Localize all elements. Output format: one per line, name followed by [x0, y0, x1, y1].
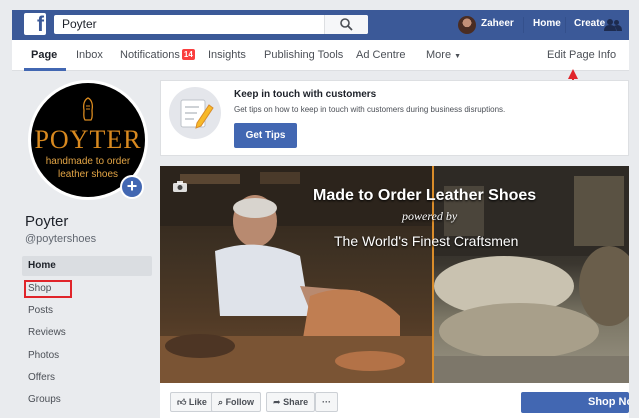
more-options-button[interactable]: ··· — [315, 392, 338, 412]
edit-page-info-link[interactable]: Edit Page Info — [547, 49, 616, 61]
tab-notifications-label: Notifications — [120, 49, 180, 61]
logo-tagline-line-2: leather shoes — [57, 169, 119, 180]
card-title: Keep in touch with customers — [234, 89, 377, 100]
notepad-icon — [180, 99, 214, 129]
nav-separator — [523, 17, 524, 33]
logo-wordmark: POYTER — [34, 125, 142, 154]
facebook-logo[interactable]: f — [24, 13, 46, 36]
update-profile-picture-button[interactable]: + — [120, 175, 144, 199]
sidebar-item-home[interactable]: Home — [22, 256, 152, 276]
create-link[interactable]: Create — [574, 18, 605, 29]
like-button[interactable]: 👍︎ Like — [170, 392, 214, 412]
tab-more-label: More — [426, 49, 452, 61]
share-button[interactable]: ➦ Share — [266, 392, 316, 412]
sidebar-item-posts[interactable]: Posts — [22, 301, 152, 321]
search-value: Poyter — [62, 17, 97, 31]
tab-more[interactable]: More ▼ — [426, 49, 461, 61]
nav-separator — [565, 17, 566, 33]
friends-icon — [604, 19, 622, 31]
notifications-count-badge: 14 — [181, 49, 195, 60]
friend-requests-button[interactable] — [604, 18, 622, 37]
sidebar-item-photos[interactable]: Photos — [22, 346, 152, 366]
like-label: Like — [188, 397, 207, 407]
sidebar-item-groups[interactable]: Groups — [22, 390, 152, 410]
follow-label: Follow — [225, 397, 255, 407]
tab-page[interactable]: Page — [31, 49, 57, 61]
plus-icon: + — [122, 177, 142, 197]
card-description: Get tips on how to keep in touch with cu… — [234, 105, 506, 114]
page-navigation-bar: Page Inbox Notifications 14 Insights Publ… — [12, 40, 629, 71]
checklist-pencil-icon — [169, 87, 221, 139]
sidebar-item-reviews[interactable]: Reviews — [22, 323, 152, 343]
search-button[interactable] — [324, 15, 368, 34]
shop-now-button[interactable]: Shop Now — [521, 392, 629, 413]
annotation-highlight-box — [24, 280, 72, 298]
user-avatar[interactable] — [458, 16, 476, 34]
logo-tagline-line-1: handmade to order — [45, 156, 131, 167]
get-tips-button[interactable]: Get Tips — [234, 123, 297, 148]
facebook-logo-letter: f — [37, 13, 44, 36]
shoe-mark-icon — [82, 97, 94, 121]
top-navigation-bar: f Poyter Zaheer Home Create — [12, 10, 629, 40]
active-tab-indicator — [24, 68, 66, 71]
rss-icon: ⌕ — [218, 397, 224, 407]
tips-card: Keep in touch with customers Get tips on… — [160, 80, 629, 156]
tab-notifications[interactable]: Notifications 14 — [120, 49, 195, 61]
follow-button[interactable]: ⌕ Follow — [211, 392, 262, 412]
cover-headline: Made to Order Leather Shoes — [313, 187, 537, 204]
cover-subheadline: The World's Finest Craftsmen — [334, 233, 519, 249]
cover-photo[interactable]: Made to Order Leather Shoes powered by T… — [160, 166, 629, 383]
search-input[interactable]: Poyter — [54, 15, 368, 34]
page-username[interactable]: @poytershoes — [25, 233, 96, 245]
tab-publishing-tools[interactable]: Publishing Tools — [264, 49, 343, 61]
user-profile-link[interactable]: Zaheer — [481, 18, 514, 29]
share-arrow-icon: ➦ — [273, 397, 281, 407]
page-name: Poyter — [25, 213, 69, 230]
dropdown-caret-icon: ▼ — [454, 53, 462, 60]
tab-insights[interactable]: Insights — [208, 49, 246, 61]
search-icon — [340, 18, 353, 31]
tab-ad-centre[interactable]: Ad Centre — [356, 49, 406, 61]
home-link[interactable]: Home — [533, 18, 561, 29]
sidebar-item-offers[interactable]: Offers — [22, 368, 152, 388]
camera-icon[interactable] — [173, 181, 187, 192]
thumbs-up-icon: 👍︎ — [177, 397, 187, 407]
tab-inbox[interactable]: Inbox — [76, 49, 103, 61]
share-label: Share — [283, 397, 309, 407]
cover-powered-by: powered by — [402, 209, 458, 223]
